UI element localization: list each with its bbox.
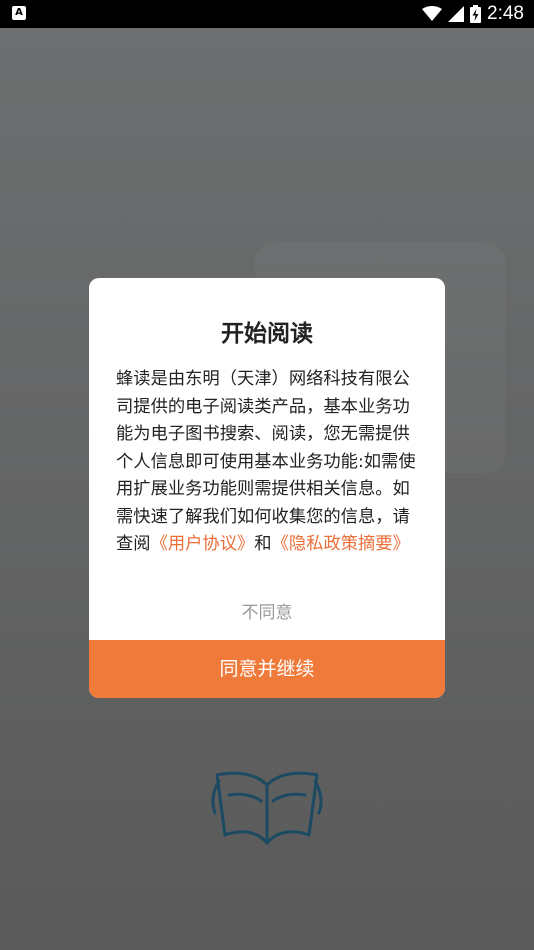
dialog-title: 开始阅读 (221, 321, 313, 347)
wifi-icon (422, 6, 443, 21)
privacy-dialog: 开始阅读 蜂读是由东明（天津）网络科技有限公司提供的电子阅读类产品，基本业务功能… (89, 278, 445, 698)
status-icons: 2:48 (422, 0, 524, 28)
user-agreement-link[interactable]: 《用户协议》 (151, 534, 255, 554)
agree-continue-button[interactable]: 同意并继续 (89, 640, 445, 698)
status-bar: A 2:48 (0, 0, 534, 28)
battery-charging-icon (470, 5, 482, 23)
status-time: 2:48 (487, 3, 524, 24)
and-text: 和 (254, 534, 272, 554)
signal-icon (448, 6, 465, 22)
disagree-button[interactable]: 不同意 (89, 596, 445, 630)
notification-icon: A (12, 6, 26, 20)
book-logo-icon (211, 771, 323, 845)
privacy-policy-link[interactable]: 《隐私政策摘要》 (272, 534, 410, 554)
dialog-body: 蜂读是由东明（天津）网络科技有限公司提供的电子阅读类产品，基本业务功能为电子图书… (116, 366, 420, 559)
dialog-body-text: 蜂读是由东明（天津）网络科技有限公司提供的电子阅读类产品，基本业务功能为电子图书… (116, 369, 416, 554)
